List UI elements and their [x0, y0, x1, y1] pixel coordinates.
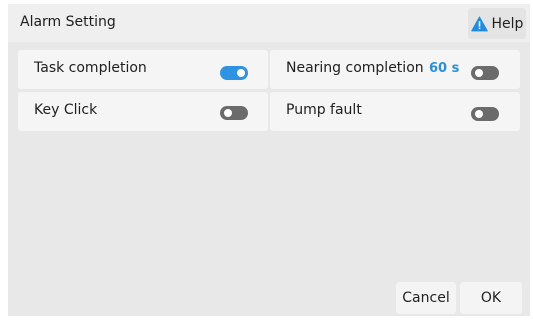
alarm-setting-dialog: Alarm Setting Help Task completion Neari… — [8, 4, 530, 316]
task-completion-toggle[interactable] — [220, 66, 248, 80]
toggle-knob — [224, 109, 232, 117]
setting-pump-fault: Pump fault — [270, 92, 520, 131]
setting-label: Nearing completion — [286, 60, 424, 76]
nearing-completion-toggle[interactable] — [471, 66, 499, 80]
help-button[interactable]: Help — [468, 8, 526, 39]
toggle-knob — [475, 110, 483, 118]
cancel-button[interactable]: Cancel — [396, 282, 456, 314]
key-click-toggle[interactable] — [220, 106, 248, 120]
setting-label: Key Click — [34, 102, 98, 118]
warning-triangle-icon — [470, 15, 488, 31]
setting-label: Task completion — [34, 60, 147, 76]
toggle-knob — [237, 69, 245, 77]
dialog-title: Alarm Setting — [20, 14, 116, 30]
pump-fault-toggle[interactable] — [471, 107, 499, 121]
setting-key-click: Key Click — [18, 92, 268, 131]
help-label: Help — [491, 15, 524, 32]
ok-button[interactable]: OK — [460, 282, 522, 314]
toggle-knob — [475, 69, 483, 77]
nearing-completion-value[interactable]: 60 s — [429, 61, 459, 76]
setting-label: Pump fault — [286, 102, 362, 118]
setting-task-completion: Task completion — [18, 50, 268, 89]
dialog-header: Alarm Setting Help — [8, 4, 530, 42]
setting-nearing-completion: Nearing completion 60 s — [270, 50, 520, 89]
